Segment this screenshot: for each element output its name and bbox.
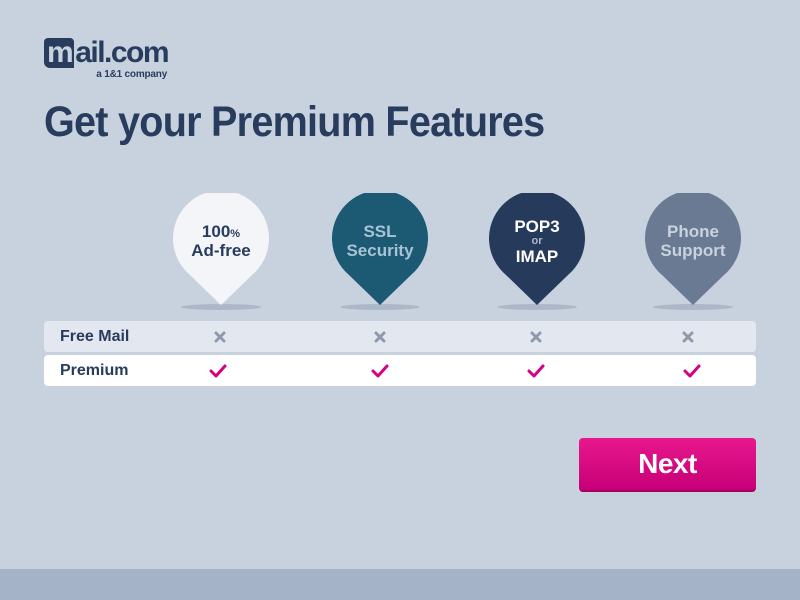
cross-icon <box>526 321 546 352</box>
cross-icon <box>210 321 230 352</box>
logo-wordmark: m ail.com <box>44 36 170 69</box>
row-label: Free Mail <box>60 328 130 345</box>
check-icon <box>526 355 546 386</box>
logo-m-block: m <box>44 38 75 68</box>
pin-line2: Support <box>660 241 726 260</box>
check-icon <box>370 355 390 386</box>
pin-label: POP3 or IMAP <box>489 193 585 289</box>
logo-wordmark-rest: ail.com <box>75 36 169 69</box>
pin-line1: SSL <box>363 222 397 241</box>
pin-label: 100% Ad-free <box>173 193 269 289</box>
table-row-premium: Premium <box>44 355 756 386</box>
check-icon <box>208 355 228 386</box>
pin-or: or <box>531 234 543 247</box>
cross-icon <box>370 321 390 352</box>
pin-line2: Ad-free <box>191 241 251 260</box>
comparison-table: Free Mail Premium <box>44 321 756 389</box>
row-label: Premium <box>60 362 129 379</box>
feature-pin-pop3-imap: POP3 or IMAP <box>489 193 585 313</box>
footer-bar <box>0 569 800 600</box>
pin-percent: % <box>230 228 241 240</box>
pin-line2: Security <box>346 241 414 260</box>
pin-line2: IMAP <box>515 246 559 266</box>
page-title: Get your Premium Features <box>44 98 545 146</box>
pin-label: Phone Support <box>645 193 741 289</box>
next-button[interactable]: Next <box>579 438 756 492</box>
table-row-free-mail: Free Mail <box>44 321 756 352</box>
mailcom-logo: m ail.com a 1&1 company <box>44 36 170 80</box>
cross-icon <box>678 321 698 352</box>
pin-line1: Phone <box>667 222 719 241</box>
feature-pin-phone-support: Phone Support <box>645 193 741 313</box>
feature-pin-ssl-security: SSL Security <box>332 193 428 313</box>
logo-tagline: a 1&1 company <box>96 69 168 80</box>
pin-line1: 100 <box>201 222 231 241</box>
feature-pin-ad-free: 100% Ad-free <box>173 193 269 313</box>
pin-line1: POP3 <box>514 216 560 236</box>
check-icon <box>682 355 702 386</box>
pin-label: SSL Security <box>332 193 428 289</box>
